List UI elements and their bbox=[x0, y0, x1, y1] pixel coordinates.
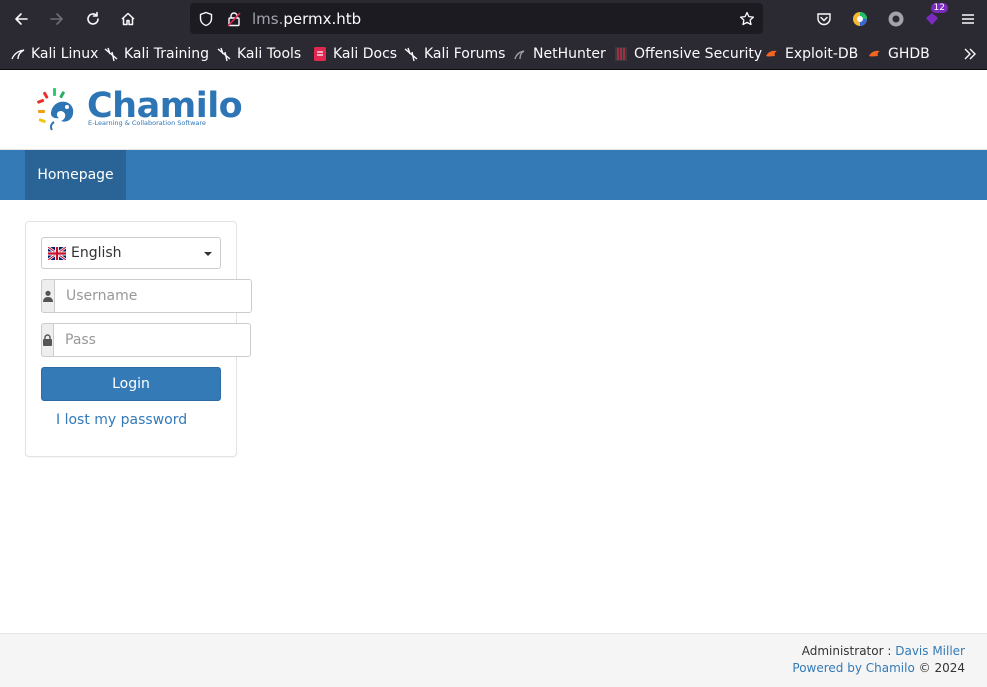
site-footer: Administrator : Davis Miller Powered by … bbox=[0, 633, 987, 687]
arrow-right-icon bbox=[50, 13, 63, 25]
uk-flag-icon bbox=[48, 246, 66, 260]
chamilo-logo[interactable]: Chamilo E-Learning & Collaboration Softw… bbox=[34, 86, 243, 134]
bookmark-label: Kali Training bbox=[124, 46, 209, 62]
user-icon bbox=[41, 279, 54, 313]
bookmark-kali-docs[interactable]: Kali Docs bbox=[312, 45, 397, 63]
bookmarks-overflow-button[interactable] bbox=[962, 45, 978, 63]
language-value: English bbox=[71, 245, 122, 261]
reload-icon bbox=[87, 11, 99, 25]
admin-label: Administrator : bbox=[801, 644, 892, 658]
bookmark-exploit-db[interactable]: Exploit-DB bbox=[764, 45, 858, 63]
bookmark-kali-linux[interactable]: Kali Linux bbox=[10, 45, 98, 63]
site-header: Chamilo E-Learning & Collaboration Softw… bbox=[0, 70, 987, 150]
pocket-icon bbox=[817, 13, 831, 26]
kali-dragon-icon bbox=[216, 46, 232, 62]
bookmark-kali-forums[interactable]: Kali Forums bbox=[403, 45, 505, 63]
extension-badge: 12 bbox=[930, 3, 948, 13]
nav-homepage[interactable]: Homepage bbox=[25, 150, 126, 200]
browser-toolbar: lms.permx.htb 12 bbox=[0, 0, 987, 38]
bookmark-label: Kali Forums bbox=[424, 46, 506, 62]
pocket-button[interactable] bbox=[812, 7, 836, 31]
bookmark-label: Kali Tools bbox=[237, 46, 302, 62]
bookmark-ghdb[interactable]: GHDB bbox=[867, 45, 930, 63]
menu-button[interactable] bbox=[956, 7, 980, 31]
login-panel: English Login I lost my password bbox=[25, 221, 252, 457]
login-button[interactable]: Login bbox=[41, 367, 221, 401]
admin-name-link[interactable]: Davis Miller bbox=[895, 644, 965, 658]
bookmark-label: Exploit-DB bbox=[785, 46, 859, 62]
bookmark-kali-training[interactable]: Kali Training bbox=[103, 45, 209, 63]
language-select[interactable]: English bbox=[41, 237, 221, 269]
ghdb-icon bbox=[867, 46, 883, 62]
hamburger-menu-icon bbox=[962, 14, 974, 24]
username-input[interactable] bbox=[54, 279, 252, 313]
lost-password-link[interactable]: I lost my password bbox=[56, 412, 187, 428]
url-text[interactable]: lms.permx.htb bbox=[252, 10, 361, 28]
bookmark-offensive-security[interactable]: Offensive Security bbox=[613, 45, 762, 63]
home-button[interactable] bbox=[116, 7, 140, 31]
exploitdb-icon bbox=[764, 46, 780, 62]
bookmark-label: Offensive Security bbox=[634, 46, 763, 62]
bookmark-label: NetHunter bbox=[533, 46, 606, 62]
back-button[interactable] bbox=[9, 7, 33, 31]
colorful-extension-icon bbox=[853, 12, 867, 26]
bookmark-label: GHDB bbox=[888, 46, 930, 62]
web-page: Chamilo E-Learning & Collaboration Softw… bbox=[0, 70, 987, 687]
footer-admin: Administrator : Davis Miller bbox=[802, 644, 965, 658]
kali-dragon-icon bbox=[103, 46, 119, 62]
nethunter-icon bbox=[512, 46, 528, 62]
bookmark-kali-tools[interactable]: Kali Tools bbox=[216, 45, 301, 63]
copyright-text: © 2024 bbox=[918, 661, 965, 675]
main-navbar: Homepage bbox=[0, 150, 987, 200]
logo-tagline: E-Learning & Collaboration Software bbox=[88, 119, 206, 127]
bookmark-label: Kali Docs bbox=[333, 46, 398, 62]
kali-dragon-icon bbox=[403, 46, 419, 62]
reload-button[interactable] bbox=[81, 7, 105, 31]
url-domain: permx.htb bbox=[283, 10, 362, 28]
offsec-icon bbox=[613, 46, 629, 62]
chameleon-logo-icon bbox=[37, 88, 74, 131]
circle-extension-icon bbox=[888, 11, 904, 27]
caret-down-icon bbox=[204, 252, 212, 256]
extensions-badge-button[interactable]: 12 bbox=[920, 3, 948, 31]
password-input[interactable] bbox=[53, 323, 251, 357]
forward-button[interactable] bbox=[45, 7, 69, 31]
powered-by-link[interactable]: Powered by Chamilo bbox=[792, 661, 914, 675]
bookmark-nethunter[interactable]: NetHunter bbox=[512, 45, 606, 63]
double-chevron-right-icon bbox=[964, 48, 976, 60]
extension-button-1[interactable] bbox=[848, 7, 872, 31]
arrow-left-icon bbox=[15, 13, 28, 25]
bookmarks-bar: Kali Linux Kali Training Kali Tools Kali… bbox=[0, 38, 987, 70]
footer-powered: Powered by Chamilo © 2024 bbox=[792, 661, 965, 675]
shield-icon[interactable] bbox=[197, 10, 215, 28]
url-subdomain: lms. bbox=[252, 10, 284, 28]
password-group bbox=[41, 323, 251, 357]
address-bar[interactable]: lms.permx.htb bbox=[190, 3, 763, 34]
insecure-lock-icon[interactable] bbox=[225, 10, 243, 28]
bookmark-label: Kali Linux bbox=[31, 46, 99, 62]
extension-button-2[interactable] bbox=[884, 7, 908, 31]
username-group bbox=[41, 279, 252, 313]
home-icon bbox=[121, 12, 135, 26]
kali-dragon-icon bbox=[10, 46, 26, 62]
kali-docs-icon bbox=[312, 46, 328, 62]
lock-icon bbox=[41, 323, 53, 357]
bookmark-star-icon[interactable] bbox=[738, 10, 756, 28]
